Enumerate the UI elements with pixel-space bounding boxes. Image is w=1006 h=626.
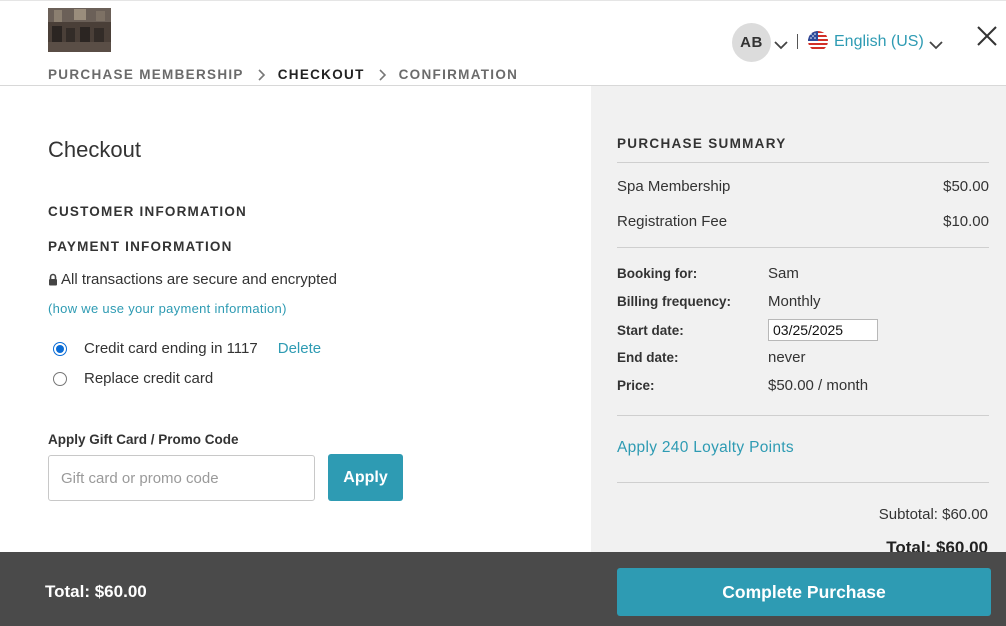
line-item: Spa Membership $50.00	[617, 178, 989, 195]
complete-purchase-button[interactable]: Complete Purchase	[617, 568, 991, 616]
replace-card-option[interactable]: Replace credit card	[53, 370, 213, 387]
billing-frequency-value: Monthly	[768, 293, 821, 310]
breadcrumb: PURCHASE MEMBERSHIP CHECKOUT CONFIRMATIO…	[48, 67, 518, 82]
start-date-label: Start date:	[617, 322, 684, 338]
promo-label: Apply Gift Card / Promo Code	[48, 432, 239, 447]
price-label: Price:	[617, 378, 655, 393]
billing-frequency-label: Billing frequency:	[617, 294, 732, 309]
end-date-value: never	[768, 349, 806, 366]
billing-frequency-row: Billing frequency: Monthly	[617, 293, 821, 310]
booking-for-value: Sam	[768, 265, 799, 282]
promo-code-input[interactable]	[48, 455, 315, 501]
breadcrumb-checkout: CHECKOUT	[277, 67, 365, 82]
subtotal: Subtotal: $60.00	[878, 506, 988, 523]
divider	[617, 247, 989, 248]
page-title: Checkout	[48, 137, 141, 162]
saved-card-label[interactable]: Credit card ending in 1117	[84, 340, 258, 357]
price-row: Price: $50.00 / month	[617, 377, 868, 394]
saved-card-option[interactable]: Credit card ending in 1117 Delete	[53, 340, 321, 357]
customer-info-heading[interactable]: CUSTOMER INFORMATION	[48, 204, 247, 219]
divider	[617, 415, 989, 416]
secure-text: All transactions are secure and encrypte…	[61, 271, 337, 288]
secure-notice: All transactions are secure and encrypte…	[48, 271, 337, 288]
divider	[617, 162, 989, 163]
footer-total: Total: $60.00	[45, 582, 147, 601]
breadcrumb-confirmation: CONFIRMATION	[398, 67, 519, 82]
payment-info-link[interactable]: (how we use your payment information)	[48, 301, 287, 316]
summary-heading: PURCHASE SUMMARY	[617, 136, 787, 151]
start-date-input[interactable]	[768, 319, 878, 341]
breadcrumb-purchase-membership[interactable]: PURCHASE MEMBERSHIP	[48, 67, 244, 82]
close-icon[interactable]	[976, 25, 998, 52]
saved-card-radio[interactable]	[53, 341, 67, 356]
user-avatar[interactable]: AB	[732, 23, 771, 62]
end-date-row: End date: never	[617, 349, 806, 366]
lock-icon	[48, 273, 58, 286]
booking-for-label: Booking for:	[617, 266, 698, 281]
end-date-label: End date:	[617, 350, 679, 365]
checkout-footer: Total: $60.00 Complete Purchase	[0, 552, 1006, 626]
delete-card-link[interactable]: Delete	[278, 340, 321, 357]
chevron-right-icon	[258, 68, 266, 81]
start-date-row: Start date:	[617, 319, 878, 341]
booking-for-row: Booking for: Sam	[617, 265, 799, 282]
apply-loyalty-points-link[interactable]: Apply 240 Loyalty Points	[617, 439, 794, 457]
apply-promo-button[interactable]: Apply	[328, 454, 403, 501]
chevron-down-icon[interactable]	[774, 37, 788, 55]
top-header: PURCHASE MEMBERSHIP CHECKOUT CONFIRMATIO…	[0, 0, 1006, 86]
replace-card-label[interactable]: Replace credit card	[84, 370, 213, 387]
line-item-price: $50.00	[943, 178, 989, 195]
business-logo[interactable]	[48, 8, 111, 52]
price-value: $50.00 / month	[768, 377, 869, 394]
line-item: Registration Fee $10.00	[617, 213, 989, 230]
purchase-summary-panel: PURCHASE SUMMARY Spa Membership $50.00 R…	[591, 86, 1006, 557]
payment-info-heading: PAYMENT INFORMATION	[48, 239, 233, 254]
chevron-down-icon[interactable]	[929, 37, 943, 55]
line-item-name: Registration Fee	[617, 213, 728, 230]
us-flag-icon[interactable]	[808, 31, 828, 56]
replace-card-radio[interactable]	[53, 371, 67, 386]
line-item-name: Spa Membership	[617, 178, 731, 195]
language-selector[interactable]: English (US)	[834, 33, 924, 51]
divider	[797, 34, 798, 49]
line-item-price: $10.00	[943, 213, 989, 230]
chevron-right-icon	[379, 68, 387, 81]
divider	[617, 482, 989, 483]
